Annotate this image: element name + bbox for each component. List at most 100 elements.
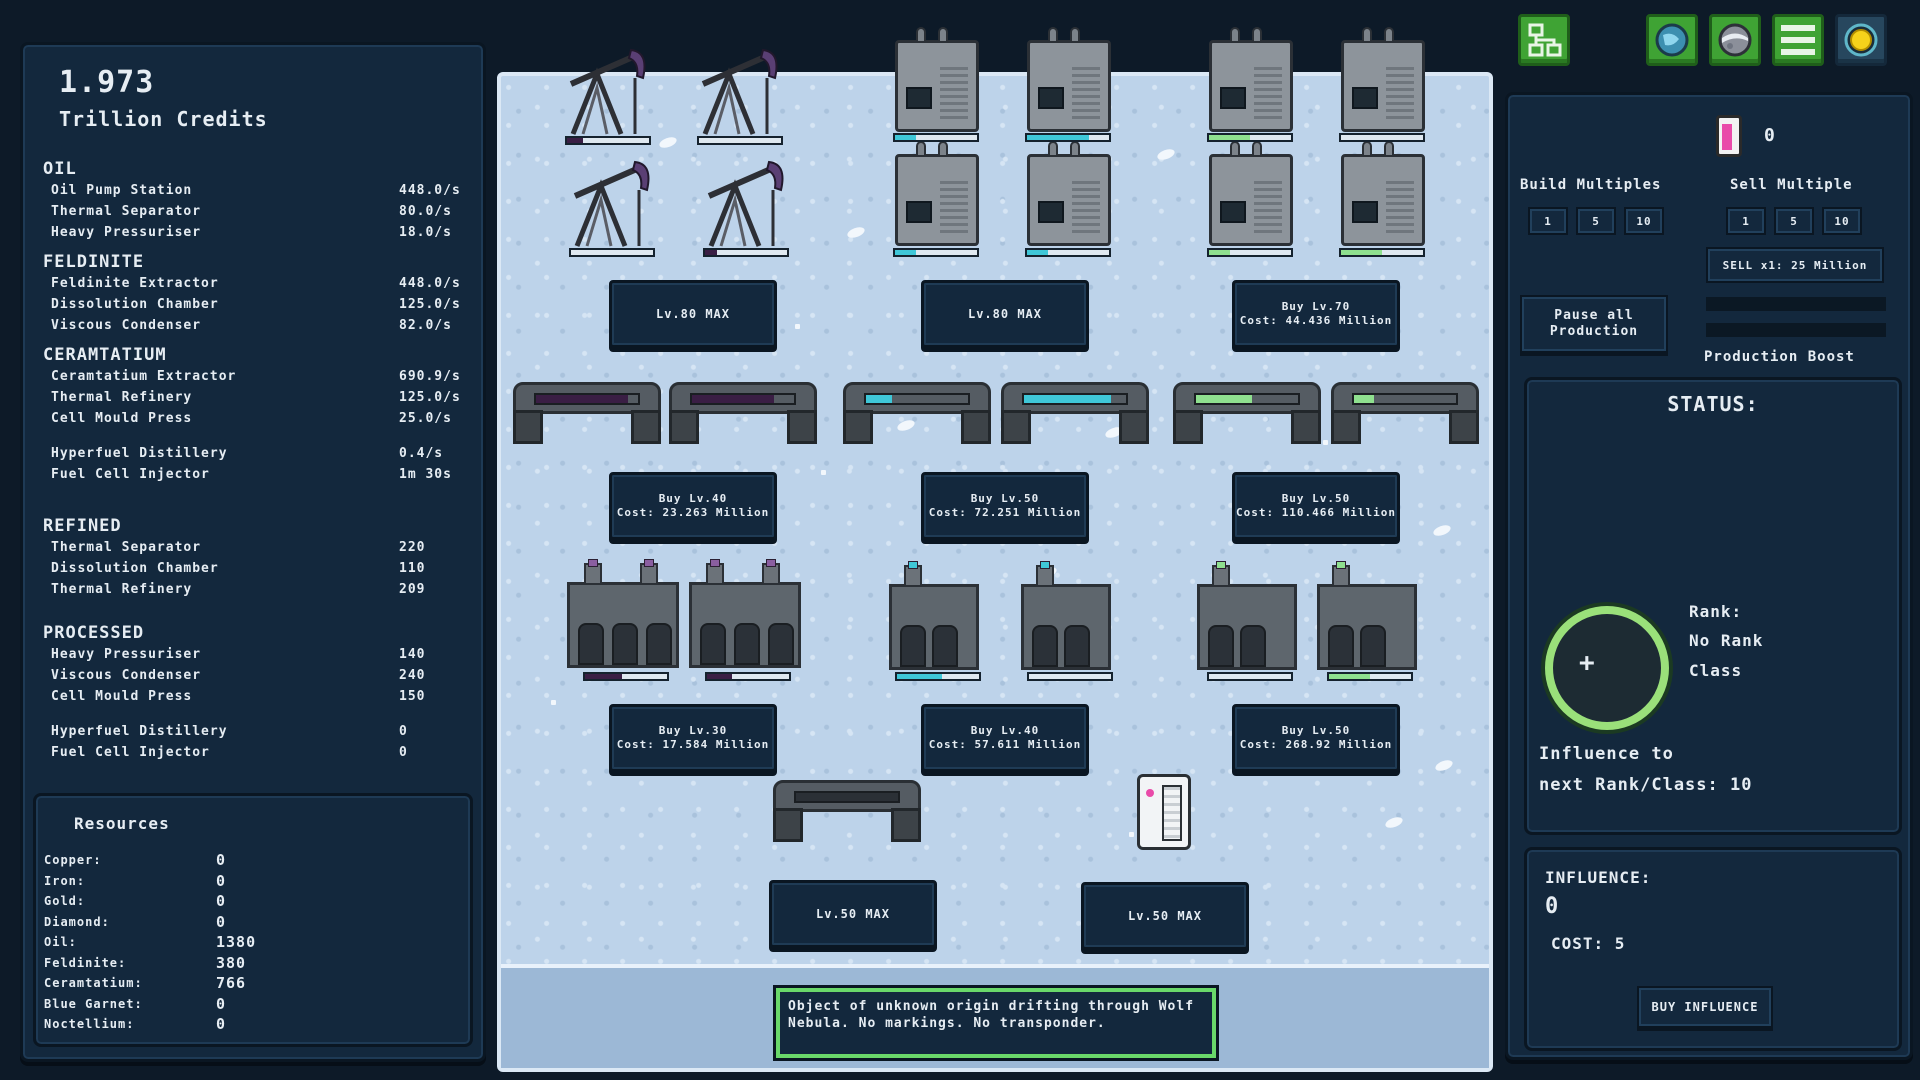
factory-progress-fill <box>897 674 943 679</box>
planet-rock-button[interactable] <box>1709 14 1761 66</box>
stat-row: Thermal Separator 80.0/s <box>51 204 452 219</box>
cell-mould-press[interactable] <box>1197 561 1297 670</box>
sun-button[interactable] <box>1835 14 1887 66</box>
ceramtatium-extractor[interactable] <box>1341 27 1425 132</box>
feldinite-level-button[interactable]: Lv.80 MAX <box>921 280 1089 348</box>
separator-buy-button[interactable]: Buy Lv.40 Cost: 23.263 Million <box>609 472 777 540</box>
stats-panel: 1.973 Trillion Credits OIL Oil Pump Stat… <box>20 42 486 1062</box>
tank-progress-fill <box>895 135 916 140</box>
pump-progress <box>569 248 655 257</box>
factory-progress-fill <box>1329 674 1370 679</box>
thermal-refinery[interactable] <box>1173 382 1321 444</box>
category-processed: PROCESSED <box>43 623 145 643</box>
credits-label: Trillion Credits <box>59 107 268 131</box>
chamber-progress-fill <box>1024 395 1111 403</box>
viscous-condenser[interactable] <box>1021 561 1111 670</box>
tank-progress <box>1339 133 1425 142</box>
stat-row: Viscous Condenser 240 <box>51 668 426 683</box>
oil-pump[interactable] <box>695 48 791 156</box>
distillery-slot <box>794 791 900 803</box>
buy-influence-button[interactable]: BUY INFLUENCE <box>1637 986 1773 1028</box>
refinery-buy-button[interactable]: Buy Lv.50 Cost: 110.466 Million <box>1232 472 1400 540</box>
factory-progress <box>583 672 669 681</box>
resource-row: Gold: 0 <box>44 892 227 911</box>
heavy-pressuriser[interactable] <box>567 559 679 668</box>
menu-button[interactable] <box>1772 14 1824 66</box>
category-ceramtatium: CERAMTATIUM <box>43 345 167 365</box>
dissolution-chamber[interactable] <box>843 382 991 444</box>
tank-window <box>906 87 932 109</box>
oil-pump[interactable] <box>567 160 663 268</box>
pump-progress <box>703 248 789 257</box>
sell-multiple-10[interactable]: 10 <box>1822 207 1862 235</box>
sell-multiple-1[interactable]: 1 <box>1726 207 1766 235</box>
ceramtatium-buy-button[interactable]: Buy Lv.70 Cost: 44.436 Million <box>1232 280 1400 348</box>
stat-row: Fuel Cell Injector 1m 30s <box>51 467 452 482</box>
mould-press-buy-button[interactable]: Buy Lv.50 Cost: 268.92 Million <box>1232 704 1400 772</box>
viscous-condenser[interactable] <box>889 561 979 670</box>
oil-pump[interactable] <box>701 160 797 268</box>
stat-row: Oil Pump Station 448.0/s <box>51 183 461 198</box>
oil-pump[interactable] <box>563 48 659 156</box>
dissolution-chamber[interactable] <box>1001 382 1149 444</box>
factory-floor: Lv.80 MAX Lv.80 MAX Buy Lv.70 Cost: 44.43… <box>497 27 1493 1072</box>
influence-title: INFLUENCE: <box>1545 868 1652 887</box>
sun-icon <box>1844 23 1878 57</box>
factory-progress <box>1027 672 1113 681</box>
tank-progress <box>1025 248 1111 257</box>
condenser-buy-button[interactable]: Buy Lv.40 Cost: 57.611 Million <box>921 704 1089 772</box>
network-button[interactable] <box>1518 14 1570 66</box>
pause-production-button[interactable]: Pause all Production <box>1520 295 1668 353</box>
fuel-cell-injector[interactable] <box>1137 774 1191 850</box>
hyperfuel-distillery[interactable] <box>773 780 921 842</box>
sell-multiple-5[interactable]: 5 <box>1774 207 1814 235</box>
pressuriser-buy-button[interactable]: Buy Lv.30 Cost: 17.584 Million <box>609 704 777 772</box>
feldinite-extractor[interactable] <box>895 141 979 246</box>
resource-row: Iron: 0 <box>44 871 227 890</box>
ceramtatium-extractor[interactable] <box>1209 141 1293 246</box>
feldinite-extractor[interactable] <box>1027 27 1111 132</box>
refinery-progress <box>1352 393 1458 405</box>
thermal-separator[interactable] <box>513 382 661 444</box>
ceramtatium-extractor[interactable] <box>1209 27 1293 132</box>
build-multiple-10[interactable]: 10 <box>1624 207 1664 235</box>
tank-progress-fill <box>1209 135 1250 140</box>
tank-window <box>906 201 932 223</box>
build-multiple-1[interactable]: 1 <box>1528 207 1568 235</box>
cell-mould-press[interactable] <box>1317 561 1417 670</box>
chamber-buy-button[interactable]: Buy Lv.50 Cost: 72.251 Million <box>921 472 1089 540</box>
menu-icon <box>1781 25 1815 55</box>
tank-progress <box>1025 133 1111 142</box>
injector-level-button[interactable]: Lv.50 MAX <box>1081 882 1249 950</box>
build-multiples: 1 5 10 <box>1528 207 1664 235</box>
ceramtatium-extractor[interactable] <box>1341 141 1425 246</box>
resource-row: Ceramtatium: 766 <box>44 974 247 993</box>
pump-progress-fill <box>567 138 584 143</box>
production-boost-bar <box>1706 297 1886 311</box>
rank-badge-icon: + <box>1545 606 1669 730</box>
thermal-refinery[interactable] <box>1331 382 1479 444</box>
tank-window <box>1352 87 1378 109</box>
refinery-progress-fill <box>1196 395 1253 403</box>
category-oil: OIL <box>43 159 77 179</box>
resources-title: Resources <box>74 814 170 833</box>
heavy-pressuriser[interactable] <box>689 559 801 668</box>
influence-to-next-label: Influence to <box>1539 744 1674 764</box>
feldinite-extractor[interactable] <box>895 27 979 132</box>
event-message[interactable]: Object of unknown origin drifting throug… <box>776 988 1216 1058</box>
oil-pump-level-button[interactable]: Lv.80 MAX <box>609 280 777 348</box>
stat-row: Feldinite Extractor 448.0/s <box>51 276 461 291</box>
build-multiple-5[interactable]: 5 <box>1576 207 1616 235</box>
sell-button[interactable]: SELL x1: 25 Million <box>1706 247 1884 283</box>
chamber-progress <box>1022 393 1128 405</box>
stat-row: Cell Mould Press 25.0/s <box>51 411 452 426</box>
pump-progress-fill <box>705 250 718 255</box>
factory-progress <box>1327 672 1413 681</box>
network-icon <box>1528 23 1562 57</box>
thermal-separator[interactable] <box>669 382 817 444</box>
feldinite-extractor[interactable] <box>1027 141 1111 246</box>
separator-progress <box>534 393 640 405</box>
distillery-level-button[interactable]: Lv.50 MAX <box>769 880 937 948</box>
separator-progress <box>690 393 796 405</box>
planet-blue-button[interactable] <box>1646 14 1698 66</box>
